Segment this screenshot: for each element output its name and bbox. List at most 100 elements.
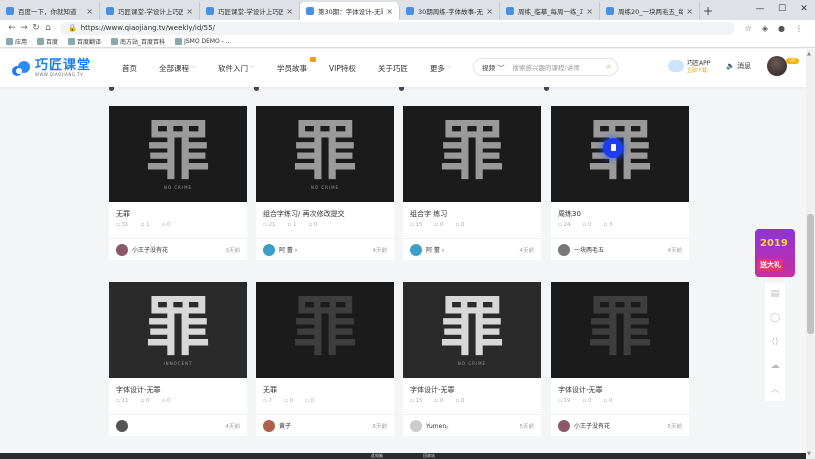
work-title[interactable]: 字体设计-无罪	[109, 378, 247, 398]
bookmark-item[interactable]: 百度	[37, 37, 58, 46]
bookmark-icon	[175, 38, 183, 45]
star-icon[interactable]: ☆	[745, 24, 752, 33]
close-icon[interactable]: ×	[586, 7, 593, 16]
page-scrollbar[interactable]: ▲ ▼	[806, 49, 815, 459]
author-avatar[interactable]	[116, 243, 128, 256]
work-thumbnail[interactable]: 罪	[551, 282, 689, 378]
author-name[interactable]: 黄子	[279, 421, 373, 430]
close-icon[interactable]: ×	[686, 7, 693, 16]
reload-icon[interactable]: ↻	[30, 23, 42, 33]
work-title[interactable]: 字体设计-无罪	[403, 378, 541, 398]
search-icon[interactable]: ⌕	[607, 62, 611, 72]
cloud-service-icon[interactable]: ☁	[770, 361, 780, 371]
views-count: 7	[263, 398, 272, 404]
work-title[interactable]: 组合字 练习	[403, 202, 541, 222]
work-thumbnail[interactable]: 罪	[403, 106, 541, 202]
author-avatar[interactable]	[558, 419, 570, 432]
back-to-top-icon[interactable]: ︿	[770, 385, 780, 395]
browser-tab[interactable]: 30期周练-字体故事-无罪 3×	[400, 2, 500, 20]
work-card[interactable]: 罪INNOCENT字体设计-无罪11004天前	[109, 282, 247, 436]
url-input[interactable]: 🔒 https://www.qiaojiang.tv/weekly/id/55/	[60, 21, 735, 35]
browser-tab[interactable]: 周练20_一块两毛五_每周一×	[600, 2, 700, 20]
work-title[interactable]: 无罪	[109, 202, 247, 222]
work-title[interactable]: 周练30	[551, 202, 689, 222]
author-avatar[interactable]	[410, 419, 422, 432]
work-card[interactable]: 罪无罪7 0 0 黄子5天前	[256, 282, 394, 436]
work-title[interactable]: 字体设计-无罪	[551, 378, 689, 398]
scroll-up-icon[interactable]: ▲	[807, 51, 811, 57]
work-card[interactable]: 罪NO CRIME无罪3110小王子没有花3天前	[109, 106, 247, 260]
new-tab-button[interactable]: +	[700, 2, 716, 20]
close-icon[interactable]: ×	[186, 7, 193, 16]
close-icon[interactable]: ×	[286, 7, 293, 16]
close-icon[interactable]: ×	[486, 7, 493, 16]
nav-item-vip[interactable]: VIP特权	[318, 63, 367, 74]
extension-icon[interactable]: ◈	[762, 24, 768, 33]
bookmark-item[interactable]: 南方站_百度百科	[111, 37, 165, 46]
bookmark-item[interactable]: 百度翻译	[68, 37, 101, 46]
work-thumbnail[interactable]: 罪 NO CRIME	[256, 106, 394, 202]
author-avatar[interactable]	[263, 243, 275, 256]
author-name[interactable]: 阿 蕾 ›	[426, 245, 520, 254]
work-thumbnail[interactable]: 罪 NO CRIME	[403, 282, 541, 378]
maximize-icon[interactable]: ☐	[771, 0, 793, 18]
work-thumbnail[interactable]: 罪	[551, 106, 689, 202]
back-icon[interactable]: ←	[6, 23, 18, 33]
work-thumbnail[interactable]: 罪 NO CRIME	[109, 106, 247, 202]
nav-item-more[interactable]: 更多 ﹀	[419, 63, 463, 74]
browser-tab[interactable]: 周练_临摹_每周一练_巧匠×	[500, 2, 600, 20]
author-name[interactable]: 一块两毛五	[574, 245, 668, 254]
work-author-row: Yumen。 5天前	[403, 414, 541, 436]
close-icon[interactable]: ×	[86, 7, 93, 16]
work-card[interactable]: 罪NO CRIME组合字练习/ 再次修改提交2110阿 蕾 ›4天前	[256, 106, 394, 260]
scroll-down-icon[interactable]: ▼	[807, 451, 811, 457]
promo-floating[interactable]: 2019 送大礼	[755, 229, 795, 277]
nav-item-home[interactable]: 首页	[111, 63, 148, 74]
chat-icon[interactable]: ◯	[770, 313, 780, 323]
chevron-down-icon: ﹀	[446, 65, 452, 72]
work-card[interactable]: 罪组合字 练习1500阿 蕾 ›4天前	[403, 106, 541, 260]
author-avatar[interactable]	[410, 243, 422, 256]
minimize-icon[interactable]: —	[749, 0, 771, 18]
menu-icon[interactable]: ⋮	[795, 24, 803, 33]
work-title[interactable]: 组合字练习/ 再次修改提交	[256, 202, 394, 222]
author-avatar[interactable]	[558, 243, 570, 256]
author-name[interactable]: 阿 蕾 ›	[279, 245, 373, 254]
site-logo[interactable]: 巧匠课堂 WWW.QIAOJIANG.TV	[12, 59, 91, 77]
home-icon[interactable]: ⌂	[42, 23, 54, 33]
nav-item-stories[interactable]: 学员故事	[266, 56, 318, 74]
work-card[interactable]: 罪周练3024 0 3 一块两毛五4天前	[551, 106, 689, 260]
browser-tab-active[interactable]: 第30期：字体设计-无罪_作×	[300, 2, 400, 20]
promo-banner[interactable]: 2019 送大礼	[755, 229, 795, 277]
bookmark-item[interactable]: JSMO DEMO - ...	[175, 38, 231, 45]
browser-tab[interactable]: 巧匠课堂-学设计上巧匠·免×	[200, 2, 300, 20]
work-title[interactable]: 无罪	[256, 378, 394, 398]
app-download[interactable]: 巧匠APP 立即下载	[668, 58, 710, 74]
close-window-icon[interactable]: ✕	[793, 0, 815, 18]
user-avatar[interactable]: VIP	[767, 56, 800, 76]
author-name[interactable]: Yumen。	[426, 421, 520, 430]
feedback-icon[interactable]: ▤	[770, 289, 780, 299]
author-avatar[interactable]	[263, 419, 275, 432]
code-icon[interactable]: ⟨⟩	[770, 337, 780, 347]
close-icon[interactable]: ×	[386, 7, 393, 16]
nav-item-all-courses[interactable]: 全部课程 ﹀	[148, 63, 207, 74]
search-input[interactable]: 搜索感兴趣的课程/讲师	[513, 62, 607, 72]
work-thumbnail[interactable]: 罪	[256, 282, 394, 378]
author-name[interactable]: 小王子没有花	[132, 245, 226, 254]
work-thumbnail[interactable]: 罪 INNOCENT	[109, 282, 247, 378]
work-card[interactable]: 罪NO CRIME字体设计-无罪1500Yumen。5天前	[403, 282, 541, 436]
browser-tab[interactable]: 巧匠课堂-学设计上巧匠·免×	[100, 2, 200, 20]
browser-tab[interactable]: 百度一下，你就知道 ×	[0, 2, 100, 20]
nav-item-about[interactable]: 关于巧匠	[367, 63, 419, 74]
search-category-select[interactable]: 视频 ﹀	[474, 62, 513, 72]
work-card[interactable]: 罪字体设计-无罪1900小王子没有花5天前	[551, 282, 689, 436]
author-name[interactable]: 小王子没有花	[574, 421, 668, 430]
account-icon[interactable]: ●	[778, 24, 785, 33]
forward-icon[interactable]: →	[18, 23, 30, 33]
messages-button[interactable]: 🔈 消息	[726, 61, 751, 71]
nav-item-software[interactable]: 软件入门 ﹀	[207, 63, 266, 74]
scrollbar-thumb[interactable]	[807, 214, 814, 334]
bookmark-item[interactable]: 应用	[6, 37, 27, 46]
author-avatar[interactable]	[116, 419, 128, 432]
